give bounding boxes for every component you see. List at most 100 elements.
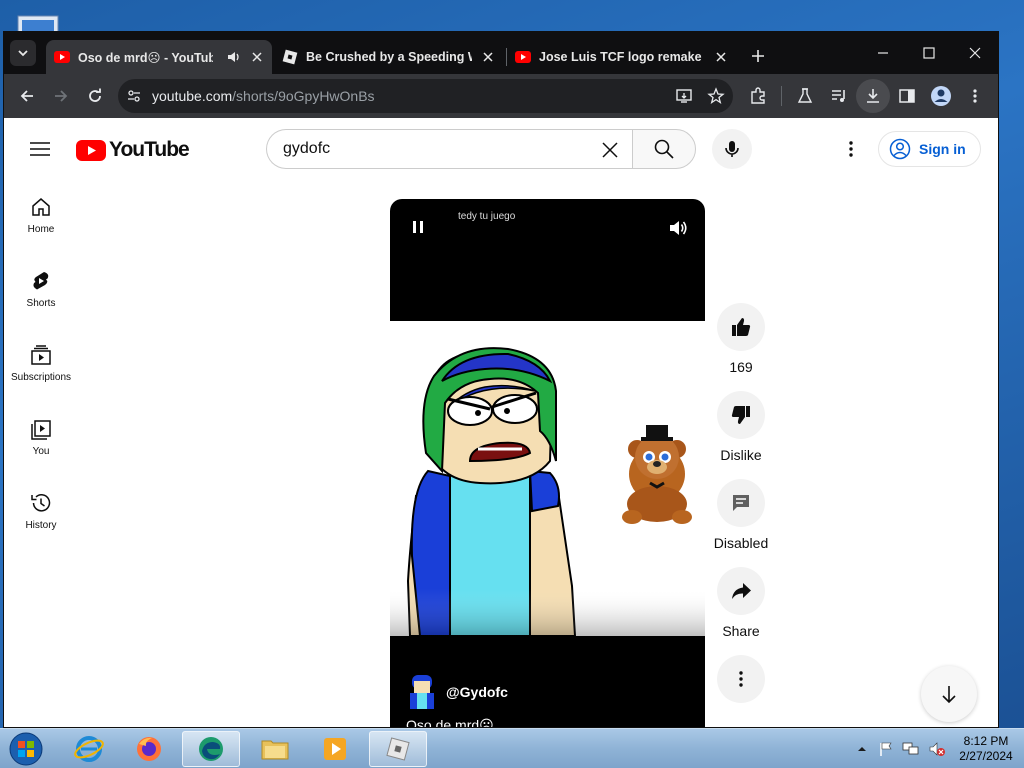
action-center-flag-icon[interactable] [878,741,894,757]
taskbar-explorer[interactable] [246,731,304,767]
sidebar-item-home[interactable]: Home [4,180,78,254]
taskbar-edge[interactable] [182,731,240,767]
kebab-menu-icon [739,671,743,687]
tab-search-button[interactable] [10,40,36,66]
youtube-favicon-icon [54,51,70,63]
chevron-down-icon [18,50,28,57]
youtube-play-logo-icon [76,139,106,161]
settings-menu-button[interactable] [837,135,865,163]
thumbs-down-icon [731,406,750,424]
forward-button[interactable] [44,79,78,113]
tab-close-button[interactable] [480,49,496,65]
youtube-wordmark: YouTube [109,138,190,161]
roblox-favicon-icon [282,49,298,65]
channel-avatar [410,675,434,709]
reload-icon [89,88,101,102]
system-clock[interactable]: 8:12 PM 2/27/2024 [958,734,1014,764]
tab-roblox-crushed[interactable]: Be Crushed by a Speeding Wal [274,40,506,74]
minimize-button[interactable] [860,32,906,74]
show-hidden-icons-chevron-icon[interactable] [856,743,868,755]
media-controls-button[interactable] [822,79,856,113]
system-tray: 8:12 PM 2/27/2024 [856,729,1014,768]
comments-button[interactable] [717,479,765,527]
sidebar-item-subscriptions[interactable]: Subscriptions [4,328,78,402]
sidebar-item-shorts[interactable]: Shorts [4,254,78,328]
subscriptions-icon [31,345,51,365]
home-icon [32,198,50,216]
speaker-icon[interactable] [227,50,241,64]
dislike-button[interactable] [717,391,765,439]
mini-guide: Home Shorts Subscriptions You History [4,180,78,550]
maximize-icon [923,47,935,59]
share-action: Share [716,567,766,639]
dislike-action: Dislike [716,391,766,463]
plus-icon [752,50,764,62]
downloads-button[interactable] [856,79,890,113]
taskbar-media-player[interactable] [306,731,364,767]
close-window-button[interactable] [952,32,998,74]
sign-in-button[interactable]: Sign in [878,131,981,167]
account-circle-icon [889,138,911,160]
reload-button[interactable] [78,79,112,113]
sidebar-item-you[interactable]: You [4,402,78,476]
youtube-logo[interactable]: YouTube [76,138,190,162]
start-button[interactable] [6,730,46,768]
voice-search-button[interactable] [712,129,752,169]
share-button[interactable] [717,567,765,615]
sidebar-item-label: Shorts [26,298,56,309]
taskbar-firefox[interactable] [120,731,178,767]
like-button[interactable] [717,303,765,351]
sidebar-item-label: Subscriptions [10,372,72,383]
kebab-menu-icon [849,141,853,157]
channel-info[interactable]: @Gydofc [408,675,508,709]
internet-explorer-icon [74,736,104,762]
short-overlay-text: tedy tu juego [458,211,516,222]
browser-menu-button[interactable] [958,79,992,113]
bookmark-star-icon[interactable] [707,87,725,105]
flask-icon [797,88,813,103]
yt-masthead: YouTube gydofc Sign in [4,118,998,180]
guide-menu-button[interactable] [26,135,54,163]
pause-icon[interactable] [408,217,428,237]
tab-title: Jose Luis TCF logo remake Is B [539,50,705,64]
taskbar-roblox[interactable] [369,731,427,767]
volume-muted-icon[interactable] [928,741,946,757]
side-panel-button[interactable] [890,79,924,113]
tab-youtube-jose[interactable]: Jose Luis TCF logo remake Is B [507,40,737,74]
arrow-left-icon [20,90,33,102]
maximize-button[interactable] [906,32,952,74]
microphone-icon [725,141,739,157]
volume-icon[interactable] [667,217,689,239]
search-button[interactable] [632,129,696,169]
search-input[interactable]: gydofc [266,129,632,169]
sidebar-item-history[interactable]: History [4,476,78,550]
clock-date: 2/27/2024 [959,749,1013,763]
close-icon [969,47,981,59]
shorts-player[interactable]: tedy tu juego @Gydofc Oso de mrd☹ [390,199,705,727]
tab-strip: Oso de mrd☹ - YouTube Be Crushed by a Sp… [4,32,998,74]
site-info-icon[interactable] [126,88,142,104]
network-icon[interactable] [902,741,920,757]
sidebar-item-label: History [25,520,57,531]
comments-label: Disabled [713,535,769,551]
install-app-icon[interactable] [675,87,693,105]
address-bar[interactable]: youtube.com/shorts/9oGpyHwOnBs [118,79,733,113]
arrow-right-icon [55,90,68,102]
channel-handle[interactable]: @Gydofc [446,684,508,700]
back-button[interactable] [10,79,44,113]
taskbar-ie[interactable] [60,731,118,767]
tab-close-button[interactable] [713,49,729,65]
new-tab-button[interactable] [741,39,775,73]
tab-close-button[interactable] [249,49,264,65]
profile-button[interactable] [924,79,958,113]
next-short-button[interactable] [921,666,977,722]
labs-button[interactable] [788,79,822,113]
minimize-icon [878,52,888,54]
share-label: Share [722,623,760,639]
url-host: youtube.com [152,88,233,104]
tab-youtube-oso[interactable]: Oso de mrd☹ - YouTube [46,40,272,74]
like-action: 169 [716,303,766,375]
search-clear-button[interactable] [596,136,624,164]
extensions-button[interactable] [741,79,775,113]
more-options-button[interactable] [717,655,765,703]
